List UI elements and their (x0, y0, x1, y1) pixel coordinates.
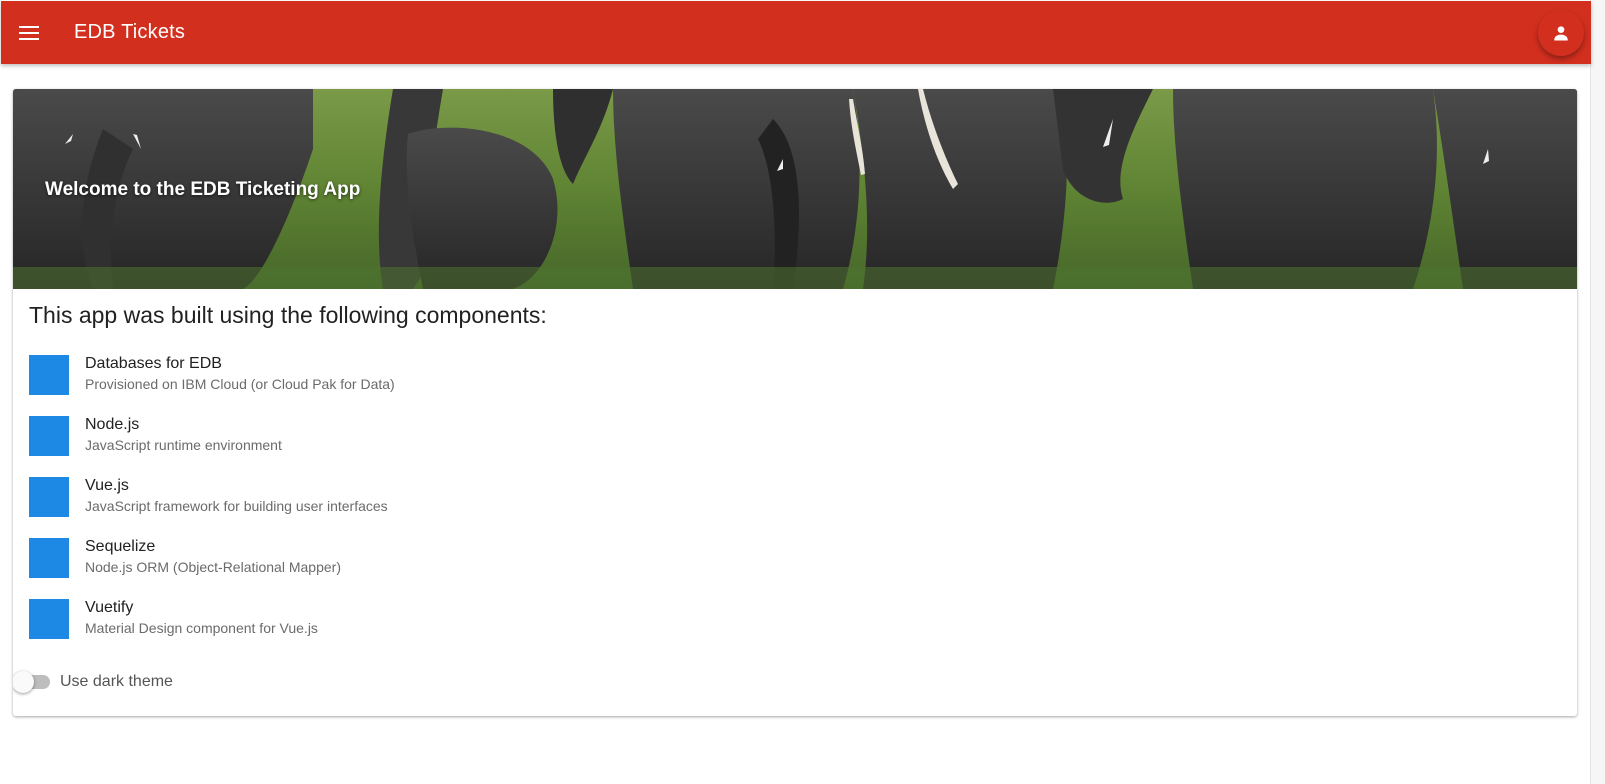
component-avatar (29, 538, 69, 578)
component-title: Vue.js (85, 477, 129, 494)
list-item: Vue.js JavaScript framework for building… (29, 477, 929, 538)
components-list: Databases for EDB Provisioned on IBM Clo… (29, 355, 929, 660)
component-subtitle: Provisioned on IBM Cloud (or Cloud Pak f… (85, 376, 395, 392)
menu-button[interactable] (15, 19, 43, 47)
component-subtitle: Node.js ORM (Object-Relational Mapper) (85, 559, 341, 575)
component-title: Vuetify (85, 599, 134, 616)
account-button[interactable] (1538, 10, 1584, 56)
menu-icon (19, 26, 39, 40)
component-subtitle: JavaScript runtime environment (85, 437, 282, 453)
hero-title: Welcome to the EDB Ticketing App (45, 179, 361, 200)
component-title: Databases for EDB (85, 355, 222, 372)
app-title: EDB Tickets (74, 21, 186, 43)
components-heading: This app was built using the following c… (29, 302, 547, 328)
component-avatar (29, 599, 69, 639)
list-item: Node.js JavaScript runtime environment (29, 416, 929, 477)
component-subtitle: JavaScript framework for building user i… (85, 498, 388, 514)
window-scroll-edge (1590, 0, 1605, 784)
switch-thumb[interactable] (13, 671, 34, 693)
app-bar: EDB Tickets (1, 1, 1591, 64)
hero-banner: Welcome to the EDB Ticketing App (13, 89, 1577, 289)
dark-theme-label: Use dark theme (60, 673, 173, 690)
list-item: Sequelize Node.js ORM (Object-Relational… (29, 538, 929, 599)
component-title: Node.js (85, 416, 140, 433)
list-item: Databases for EDB Provisioned on IBM Clo… (29, 355, 929, 416)
component-avatar (29, 416, 69, 456)
dark-theme-switch[interactable]: Use dark theme (13, 669, 173, 695)
component-subtitle: Material Design component for Vue.js (85, 620, 318, 636)
account-icon (1554, 26, 1568, 41)
component-avatar (29, 355, 69, 395)
switch-track[interactable] (13, 671, 50, 693)
component-title: Sequelize (85, 538, 156, 555)
list-item: Vuetify Material Design component for Vu… (29, 599, 929, 660)
welcome-card: Welcome to the EDB Ticketing App This ap… (13, 89, 1577, 716)
component-avatar (29, 477, 69, 517)
